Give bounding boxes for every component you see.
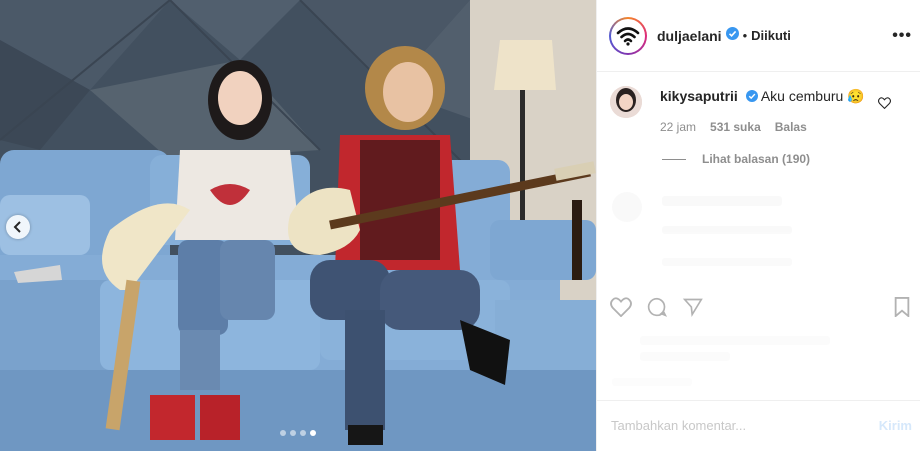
comment-likes[interactable]: 531 suka [710,120,761,134]
comment-bubble-icon[interactable] [646,297,668,317]
like-heart-icon[interactable] [610,297,632,317]
carousel-dot [280,430,286,436]
comment-avatar[interactable] [610,86,642,118]
carousel-dot [290,430,296,436]
view-replies-button[interactable]: Lihat balasan (190) [662,152,810,166]
header-separator: • [742,28,748,43]
add-comment-bar: Tambahkan komentar... Kirim [597,400,920,452]
heart-icon [878,97,891,110]
follow-status-button[interactable]: Diikuti [751,28,791,43]
chevron-left-icon [13,221,21,233]
comment-time[interactable]: 22 jam [660,120,696,134]
carousel-indicator [0,430,596,436]
comment-input[interactable]: Tambahkan komentar... [611,418,746,433]
comment-text: Aku cemburu 😥 [760,88,865,104]
carousel-dot [300,430,306,436]
comment-meta: 22 jam 531 suka Balas [660,120,807,134]
post-photo[interactable] [0,0,596,451]
previous-slide-button[interactable] [6,215,30,239]
post-comment-button[interactable]: Kirim [879,418,912,433]
reply-button[interactable]: Balas [775,120,807,134]
comment-username[interactable]: kikysaputrii [660,88,738,104]
post-actions [610,297,704,317]
verified-badge-icon [745,89,758,105]
save-bookmark-button[interactable] [893,297,911,322]
verified-badge-icon [725,26,739,45]
carousel-dot-active [310,430,316,436]
replies-divider [662,158,686,160]
post-header: duljaelani • Diikuti ••• [597,0,920,72]
view-replies-label: Lihat balasan (190) [702,152,811,166]
user-avatar-icon [610,86,642,118]
more-options-button[interactable]: ••• [892,27,912,45]
bookmark-icon [894,297,910,319]
wifi-logo-icon [616,26,640,46]
post-username[interactable]: duljaelani [657,28,722,44]
share-paper-plane-icon[interactable] [682,297,704,317]
photo-illustration [0,0,596,451]
like-comment-button[interactable] [878,96,891,114]
avatar[interactable] [609,16,647,55]
